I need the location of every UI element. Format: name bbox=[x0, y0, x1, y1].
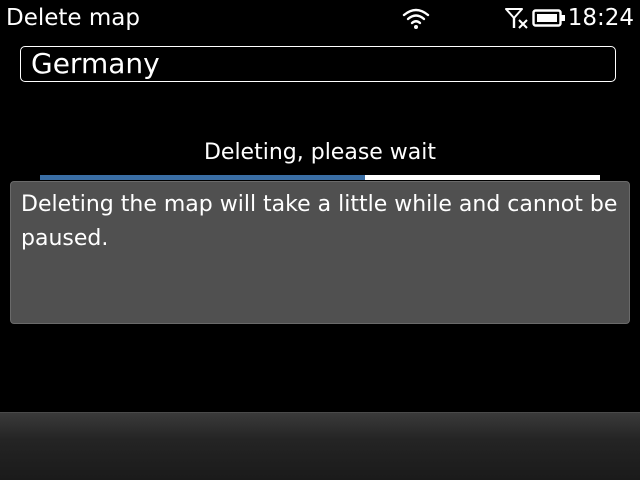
info-message-box: Deleting the map will take a little whil… bbox=[10, 181, 630, 324]
no-signal-icon bbox=[505, 8, 528, 29]
progress-bar-fill bbox=[40, 175, 365, 180]
progress-bar bbox=[40, 175, 600, 180]
page-title: Delete map bbox=[6, 5, 140, 31]
battery-icon bbox=[532, 9, 565, 27]
info-message-text: Deleting the map will take a little whil… bbox=[21, 192, 618, 251]
bottom-toolbar bbox=[0, 412, 640, 480]
delete-map-screen: Delete map 18:24 Germany Deleting, pleas… bbox=[0, 0, 640, 480]
wifi-icon bbox=[402, 8, 430, 29]
progress-label: Deleting, please wait bbox=[203, 140, 437, 165]
status-bar: Delete map 18:24 bbox=[0, 0, 640, 36]
map-name-field: Germany bbox=[20, 46, 616, 82]
status-clock: 18:24 bbox=[567, 5, 634, 31]
